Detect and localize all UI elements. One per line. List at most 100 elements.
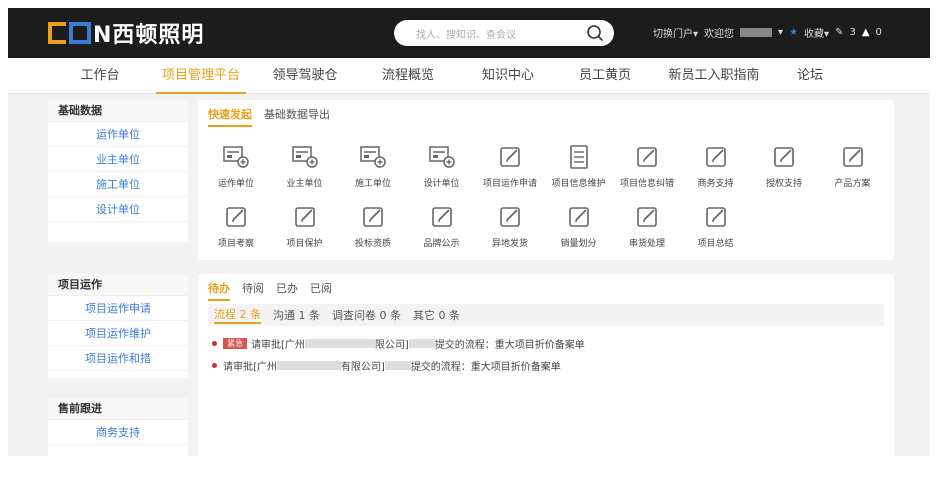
redacted-text	[408, 339, 435, 348]
quick-item-label: 项目运作申请	[482, 179, 537, 189]
edit-form-icon	[633, 147, 661, 174]
quick-item-label: 运作单位	[217, 179, 254, 189]
quick-item[interactable]: 项目信息纠错	[615, 144, 679, 192]
switch-portal-menu[interactable]: 切换门户▾	[653, 25, 698, 40]
sidebar-item-ops-maintain[interactable]: 项目运作维护	[48, 321, 188, 346]
quick-item[interactable]: 项目运作申请	[478, 144, 542, 192]
tab-data-export[interactable]: 基础数据导出	[264, 106, 330, 127]
nav-item-process-overview[interactable]: 流程概览	[373, 58, 443, 94]
tab-to-read[interactable]: 待阅	[242, 280, 264, 301]
sidebar-item-ops-apply[interactable]: 项目运作申请	[48, 296, 188, 321]
quick-item[interactable]: 运作单位	[204, 144, 268, 192]
alert-icon[interactable]: ▲	[862, 27, 870, 38]
todo-item-mid[interactable]: 有限公司]	[341, 358, 385, 373]
quick-item[interactable]: 品牌公示	[410, 204, 474, 252]
sidebar-item-ops-unit[interactable]: 运作单位	[48, 122, 188, 147]
star-icon[interactable]: ★	[789, 27, 798, 38]
urgent-badge: 紧急	[223, 338, 247, 349]
todo-tabs: 待办 待阅 已办 已阅	[208, 280, 344, 301]
quick-item-label: 投标资质	[354, 239, 391, 249]
tab-quick-launch[interactable]: 快速发起	[208, 106, 252, 127]
edit-form-icon	[702, 147, 730, 174]
sidebar-item-design-unit[interactable]: 设计单位	[48, 197, 188, 222]
quick-item[interactable]: 项目考察	[204, 204, 268, 252]
todo-item-prefix[interactable]: 请审批[广州	[251, 336, 305, 351]
quick-item-label: 串货处理	[628, 239, 665, 249]
quick-item-label: 施工单位	[354, 179, 391, 189]
nav-item-staff-directory[interactable]: 员工黄页	[570, 58, 640, 94]
alert-count[interactable]: 0	[876, 27, 882, 38]
sidebar-item-ops-measures[interactable]: 项目运作和措	[48, 346, 188, 371]
edit-form-icon	[839, 147, 867, 174]
subtab-process[interactable]: 流程 2 条	[214, 306, 261, 324]
nav-item-project-platform[interactable]: 项目管理平台	[156, 58, 246, 94]
list-doc-icon	[565, 145, 593, 174]
quick-item[interactable]: 施工单位	[341, 144, 405, 192]
quick-item[interactable]: 设计单位	[410, 144, 474, 192]
quick-item-label: 销量划分	[560, 239, 597, 249]
quick-tabs: 快速发起 基础数据导出	[208, 106, 342, 127]
sidebar-title: 售前跟进	[48, 398, 188, 420]
quick-item[interactable]: 串货处理	[615, 204, 679, 252]
redacted-text	[276, 361, 341, 370]
quick-item-label: 业主单位	[286, 179, 323, 189]
bullet-dot	[212, 363, 217, 368]
logo[interactable]: N西顿照明	[48, 19, 204, 48]
add-unit-icon	[359, 146, 387, 174]
tab-done[interactable]: 已办	[276, 280, 298, 301]
quick-item-label: 产品方案	[834, 179, 871, 189]
subtab-survey[interactable]: 调查问卷 0 条	[332, 307, 401, 323]
tab-read[interactable]: 已阅	[310, 280, 332, 301]
edit-form-icon	[291, 207, 319, 234]
edit-form-icon	[702, 207, 730, 234]
nav-item-leader-cockpit[interactable]: 领导驾驶仓	[270, 58, 340, 94]
todo-item-suffix[interactable]: 提交的流程：重大项目折价备案单	[435, 336, 585, 351]
todo-item-mid[interactable]: 限公司]	[375, 336, 409, 351]
sidebar-basic-data: 基础数据 运作单位 业主单位 施工单位 设计单位	[48, 100, 188, 242]
edit-form-icon	[359, 207, 387, 234]
quick-item[interactable]: 授权支持	[752, 144, 816, 192]
search-icon[interactable]	[586, 24, 604, 42]
quick-item[interactable]: 业主单位	[273, 144, 337, 192]
nav-item-forum[interactable]: 论坛	[790, 58, 830, 94]
quick-item[interactable]: 项目总结	[684, 204, 748, 252]
quick-item[interactable]: 销量划分	[547, 204, 611, 252]
username-masked	[740, 28, 773, 37]
subtab-other[interactable]: 其它 0 条	[413, 307, 460, 323]
favorites-menu[interactable]: 收藏▾	[804, 25, 829, 40]
sidebar-item-owner-unit[interactable]: 业主单位	[48, 147, 188, 172]
tab-todo[interactable]: 待办	[208, 280, 230, 301]
quick-item[interactable]: 异地发货	[478, 204, 542, 252]
quick-item-label: 项目信息维护	[551, 179, 606, 189]
message-count[interactable]: 3	[849, 27, 855, 38]
todo-item[interactable]: 紧急 请审批[广州 限公司] 提交的流程：重大项目折价备案单	[212, 336, 585, 351]
quick-item[interactable]: 投标资质	[341, 204, 405, 252]
edit-form-icon	[565, 207, 593, 234]
todo-item-prefix[interactable]: 请审批[广州	[223, 358, 277, 373]
search-box[interactable]: 找人、搜知识、查会议	[394, 20, 614, 46]
quick-item-label: 项目总结	[697, 239, 734, 249]
nav-item-workbench[interactable]: 工作台	[70, 58, 130, 94]
user-menu-caret[interactable]: ▾	[778, 27, 783, 38]
quick-item[interactable]: 商务支持	[684, 144, 748, 192]
nav-item-knowledge-center[interactable]: 知识中心	[473, 58, 543, 94]
edit-icon[interactable]: ✎	[835, 27, 843, 38]
edit-form-icon	[496, 207, 524, 234]
sidebar-item-construction-unit[interactable]: 施工单位	[48, 172, 188, 197]
search-input[interactable]: 找人、搜知识、查会议	[416, 26, 516, 41]
todo-item[interactable]: 请审批[广州 有限公司] 提交的流程：重大项目折价备案单	[212, 358, 561, 373]
quick-item[interactable]: 产品方案	[821, 144, 885, 192]
quick-item-label: 异地发货	[491, 239, 528, 249]
quick-item[interactable]: 项目信息维护	[547, 144, 611, 192]
logo-mark-square	[69, 22, 91, 44]
add-unit-icon	[222, 146, 250, 174]
quick-item-label: 授权支持	[765, 179, 802, 189]
sidebar-item-business-support[interactable]: 商务支持	[48, 420, 188, 445]
sidebar-title: 项目运作	[48, 274, 188, 296]
quick-item[interactable]: 项目保护	[273, 204, 337, 252]
sidebar-presale: 售前跟进 商务支持	[48, 398, 188, 456]
todo-item-suffix[interactable]: 提交的流程：重大项目折价备案单	[411, 358, 561, 373]
todo-panel: 待办 待阅 已办 已阅 流程 2 条 沟通 1 条 调查问卷 0 条 其它 0 …	[198, 274, 894, 456]
nav-item-onboarding-guide[interactable]: 新员工入职指南	[664, 58, 764, 94]
subtab-communication[interactable]: 沟通 1 条	[273, 307, 320, 323]
